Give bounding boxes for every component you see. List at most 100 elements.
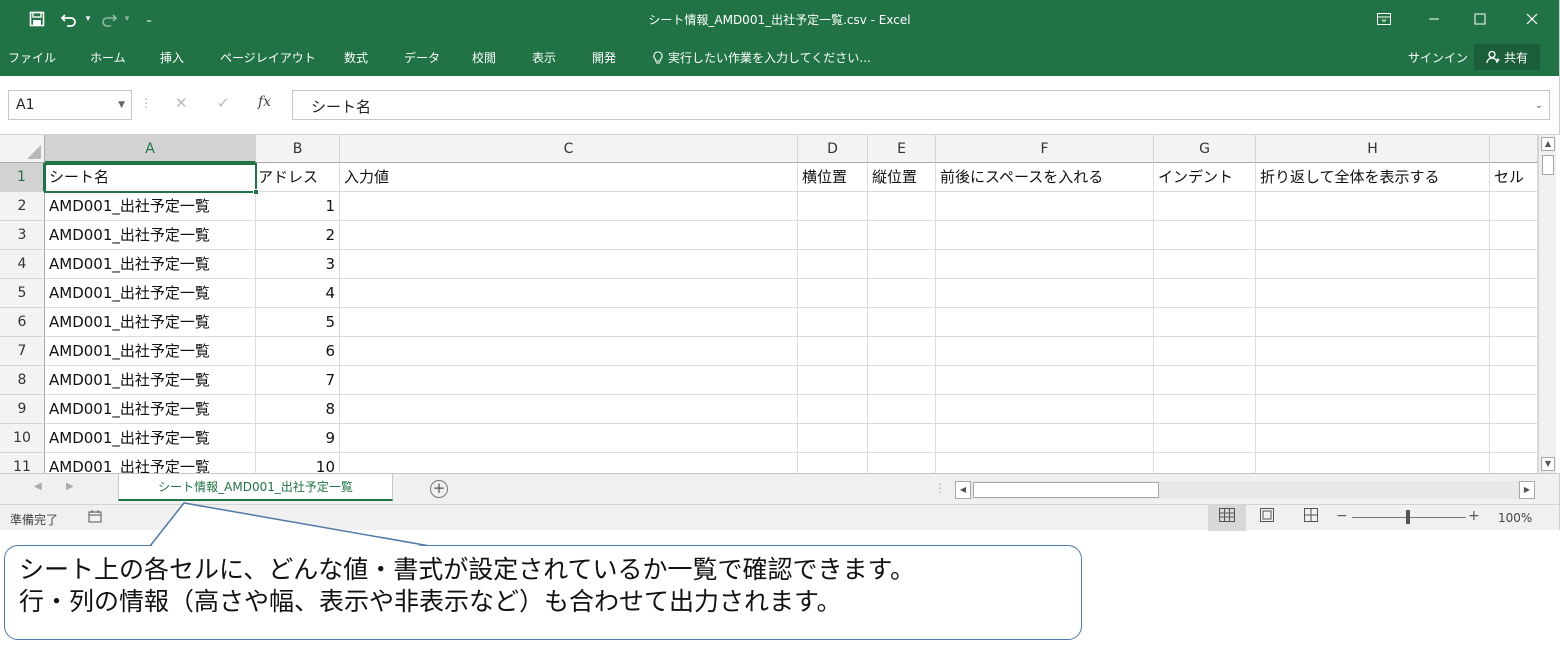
grid-cell[interactable] (340, 366, 798, 395)
grid-cell[interactable] (1490, 192, 1538, 221)
row-header[interactable]: 9 (0, 395, 45, 424)
grid-cell[interactable] (936, 192, 1154, 221)
grid-cell[interactable]: AMD001_出社予定一覧 (45, 192, 256, 221)
horizontal-scroll-thumb[interactable] (973, 482, 1159, 498)
grid-cell[interactable] (798, 366, 868, 395)
grid-cell[interactable]: 入力値 (340, 163, 798, 192)
grid-cell[interactable] (868, 192, 936, 221)
grid-cell[interactable]: AMD001_出社予定一覧 (45, 424, 256, 453)
grid-cell[interactable]: AMD001_出社予定一覧 (45, 279, 256, 308)
grid-cell[interactable]: 折り返して全体を表示する (1256, 163, 1490, 192)
grid-cell[interactable] (1256, 308, 1490, 337)
grid-cell[interactable] (868, 221, 936, 250)
grid-cell[interactable] (340, 424, 798, 453)
grid-cell[interactable] (1154, 366, 1256, 395)
tab-view[interactable]: 表示 (532, 49, 556, 66)
grid-cell[interactable] (1154, 308, 1256, 337)
grid-cell[interactable] (1256, 453, 1490, 473)
scroll-down-icon[interactable]: ▼ (1541, 457, 1555, 471)
grid-cell[interactable]: インデント (1154, 163, 1256, 192)
grid-cell[interactable] (1154, 221, 1256, 250)
grid-cell[interactable] (340, 395, 798, 424)
grid-cell[interactable] (798, 250, 868, 279)
grid-cell[interactable] (1154, 250, 1256, 279)
column-header-a[interactable]: A (45, 135, 256, 163)
maximize-icon[interactable] (1460, 4, 1500, 34)
grid-cell[interactable]: 7 (256, 366, 340, 395)
zoom-in-icon[interactable]: + (1468, 508, 1480, 524)
grid-cell[interactable]: セル (1490, 163, 1538, 192)
grid-cell[interactable]: 3 (256, 250, 340, 279)
grid-cell[interactable] (1256, 250, 1490, 279)
grid-cell[interactable] (1490, 250, 1538, 279)
tab-page-layout[interactable]: ページレイアウト (220, 49, 316, 66)
grid-cell[interactable] (1154, 192, 1256, 221)
grid-cell[interactable]: 6 (256, 337, 340, 366)
grid-cell[interactable]: 5 (256, 308, 340, 337)
grid-cell[interactable] (798, 424, 868, 453)
grid-cell[interactable]: シート名 (45, 163, 256, 192)
horizontal-scrollbar[interactable]: ◀ ▶ (955, 481, 1535, 499)
grid-cell[interactable]: AMD001_出社予定一覧 (45, 308, 256, 337)
grid-cell[interactable] (1490, 424, 1538, 453)
grid-cell[interactable]: AMD001_出社予定一覧 (45, 453, 256, 473)
row-header[interactable]: 1 (0, 163, 45, 192)
row-header[interactable]: 3 (0, 221, 45, 250)
grid-cell[interactable]: AMD001_出社予定一覧 (45, 221, 256, 250)
row-header[interactable]: 10 (0, 424, 45, 453)
grid-cell[interactable] (340, 192, 798, 221)
grid-cell[interactable]: AMD001_出社予定一覧 (45, 337, 256, 366)
fill-handle[interactable] (253, 189, 259, 195)
grid-cell[interactable]: 2 (256, 221, 340, 250)
grid-cell[interactable] (1154, 453, 1256, 473)
column-header-i[interactable] (1490, 135, 1538, 163)
grid-cell[interactable] (936, 250, 1154, 279)
grid-cell[interactable] (340, 250, 798, 279)
grid-cell[interactable] (798, 192, 868, 221)
grid-cell[interactable]: 前後にスペースを入れる (936, 163, 1154, 192)
grid-cell[interactable] (868, 250, 936, 279)
grid-cell[interactable] (868, 453, 936, 473)
vertical-scrollbar[interactable]: ▲ ▼ (1538, 135, 1556, 473)
column-header-c[interactable]: C (340, 135, 798, 163)
grid-cell[interactable] (1490, 366, 1538, 395)
share-button[interactable]: 共有 (1474, 44, 1540, 70)
grid-cell[interactable] (868, 279, 936, 308)
tell-me-search[interactable]: 実行したい作業を入力してください... (652, 49, 871, 66)
grid-cell[interactable] (1490, 221, 1538, 250)
scroll-left-icon[interactable]: ◀ (955, 481, 971, 499)
grid-cell[interactable] (1256, 424, 1490, 453)
grid-cell[interactable] (936, 221, 1154, 250)
grid-cell[interactable] (1490, 337, 1538, 366)
grid-cell[interactable]: 4 (256, 279, 340, 308)
insert-function-icon[interactable]: fx (258, 94, 271, 110)
close-icon[interactable] (1512, 4, 1552, 34)
zoom-out-icon[interactable]: − (1336, 508, 1348, 524)
grid-cell[interactable] (1256, 337, 1490, 366)
grid-cell[interactable] (340, 337, 798, 366)
tab-review[interactable]: 校閲 (472, 49, 496, 66)
grid-cell[interactable]: 縦位置 (868, 163, 936, 192)
grid-cell[interactable] (798, 453, 868, 473)
macro-record-icon[interactable] (88, 509, 102, 526)
grid-cell[interactable] (798, 279, 868, 308)
zoom-level[interactable]: 100% (1498, 511, 1532, 525)
grid-cell[interactable] (1256, 192, 1490, 221)
grid-cell[interactable] (1490, 395, 1538, 424)
grid-cell[interactable] (1154, 424, 1256, 453)
grid-cell[interactable] (340, 308, 798, 337)
column-header-g[interactable]: G (1154, 135, 1256, 163)
grid-cell[interactable] (936, 424, 1154, 453)
grid-cell[interactable] (1154, 279, 1256, 308)
grid-cell[interactable] (340, 453, 798, 473)
grid-cell[interactable] (1256, 221, 1490, 250)
zoom-slider-thumb[interactable] (1406, 510, 1410, 524)
grid-cell[interactable] (936, 395, 1154, 424)
grid-cell[interactable]: AMD001_出社予定一覧 (45, 395, 256, 424)
grid-cell[interactable]: AMD001_出社予定一覧 (45, 366, 256, 395)
grid-cell[interactable] (1154, 337, 1256, 366)
grid-cell[interactable] (936, 337, 1154, 366)
normal-view-icon[interactable] (1208, 505, 1246, 531)
cancel-icon[interactable]: ✕ (175, 94, 188, 112)
tab-developer[interactable]: 開発 (592, 49, 616, 66)
